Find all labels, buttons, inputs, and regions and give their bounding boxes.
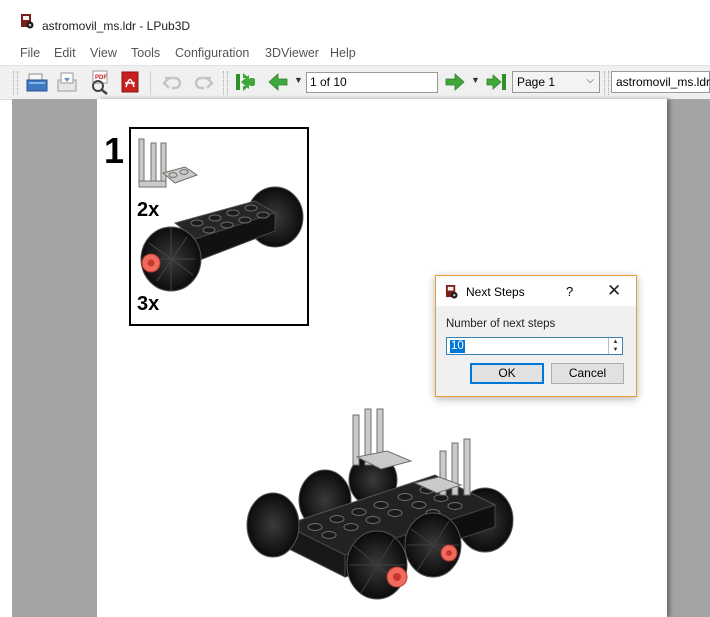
page-number-input[interactable]: 1 of 10 (306, 72, 438, 93)
model-select-value: astromovil_ms.ldr (616, 75, 710, 89)
step-number[interactable]: 1 (104, 130, 124, 172)
svg-text:PDF: PDF (95, 75, 107, 81)
lpub3d-app-icon (21, 14, 34, 29)
print-preview-icon[interactable]: PDF (87, 69, 113, 95)
next-steps-dialog[interactable]: Next Steps ? ✕ Number of next steps 10 ▲… (435, 275, 637, 397)
assembly-model-render[interactable] (245, 405, 517, 601)
part-quantity: 3x (137, 293, 160, 315)
next-dropdown-icon[interactable]: ▼ (471, 75, 480, 85)
toolbar-separator (150, 71, 151, 95)
toolbar-grip[interactable] (604, 71, 609, 95)
ok-button[interactable]: OK (470, 363, 544, 384)
undo-icon[interactable] (160, 69, 186, 95)
page-select-value: Page 1 (517, 75, 556, 89)
next-steps-spinbox[interactable]: 10 ▲ ▼ (446, 337, 623, 355)
menu-help[interactable]: Help (330, 46, 356, 60)
help-button[interactable]: ? (566, 284, 573, 299)
menu-3dviewer[interactable]: 3DViewer (265, 46, 319, 60)
chevron-down-icon: ⌵ (586, 75, 594, 86)
open-file-icon[interactable] (24, 69, 50, 95)
menu-tools[interactable]: Tools (131, 46, 160, 60)
model-select[interactable]: astromovil_ms.ldr (611, 71, 710, 93)
toolbar: PDF ▼ 1 of 10 ▼ Page 1 ⌵ astromovil_ms.l… (0, 65, 710, 100)
menu-bar: File Edit View Tools Configuration 3DVie… (0, 44, 710, 64)
menu-edit[interactable]: Edit (54, 46, 76, 60)
export-pdf-icon[interactable] (117, 69, 143, 95)
previous-dropdown-icon[interactable]: ▼ (294, 75, 303, 85)
menu-file[interactable]: File (20, 46, 40, 60)
last-page-icon[interactable] (484, 69, 510, 95)
save-file-icon[interactable] (54, 69, 80, 95)
spin-arrows-icon[interactable]: ▲ ▼ (608, 338, 622, 354)
lpub3d-app-icon (445, 285, 458, 299)
page-select[interactable]: Page 1 ⌵ (512, 71, 600, 93)
wheel-axle-part[interactable] (135, 183, 305, 295)
dialog-title: Next Steps (466, 285, 525, 299)
toolbar-grip[interactable] (223, 71, 228, 95)
parts-list[interactable]: 2x 3x (129, 127, 309, 326)
next-steps-label: Number of next steps (446, 318, 556, 330)
previous-page-icon[interactable] (265, 69, 291, 95)
dialog-title-bar[interactable]: Next Steps ? ✕ (436, 276, 636, 306)
window-title: astromovil_ms.ldr - LPub3D (42, 19, 191, 33)
title-bar: astromovil_ms.ldr - LPub3D (0, 0, 710, 40)
first-page-icon[interactable] (232, 69, 258, 95)
next-page-icon[interactable] (442, 69, 468, 95)
menu-view[interactable]: View (90, 46, 117, 60)
menu-configuration[interactable]: Configuration (175, 46, 249, 60)
cancel-button[interactable]: Cancel (551, 363, 624, 384)
toolbar-grip[interactable] (13, 71, 18, 95)
next-steps-value[interactable]: 10 (450, 340, 465, 353)
redo-icon[interactable] (190, 69, 216, 95)
close-icon[interactable]: ✕ (607, 281, 621, 301)
